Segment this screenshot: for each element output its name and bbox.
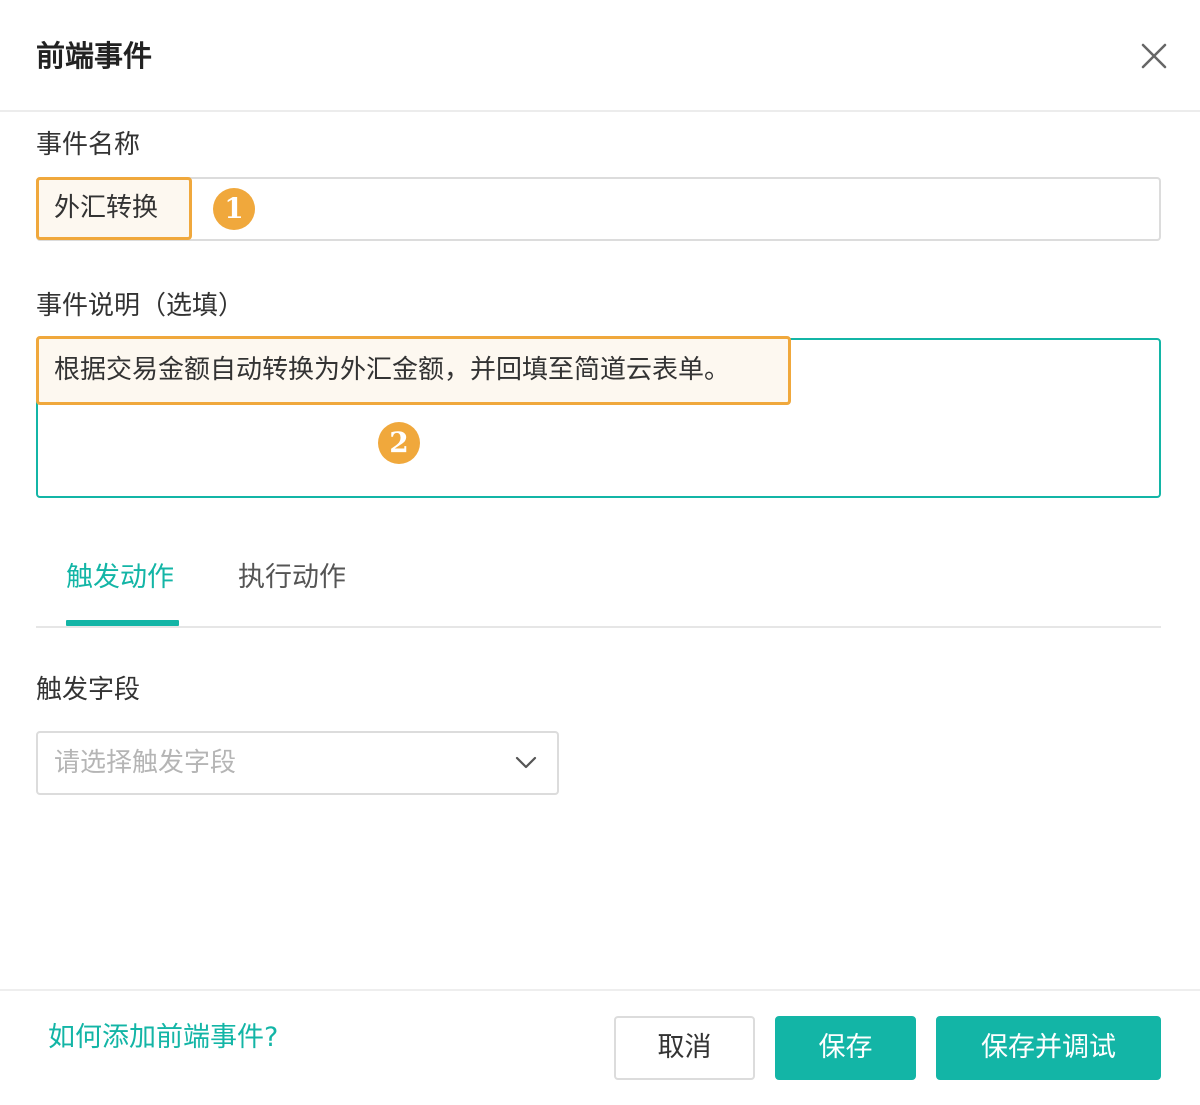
event-name-field[interactable] xyxy=(36,177,1161,241)
cancel-button[interactable]: 取消 xyxy=(614,1016,755,1080)
close-button[interactable] xyxy=(1134,36,1174,76)
event-name-label: 事件名称 xyxy=(36,130,141,160)
annotation-badge-1: 1 xyxy=(213,188,255,230)
event-name-value[interactable]: 外汇转换 xyxy=(36,177,192,240)
chevron-down-icon xyxy=(515,756,537,769)
help-link[interactable]: 如何添加前端事件? xyxy=(48,1018,278,1058)
close-icon xyxy=(1141,43,1167,69)
save-and-debug-button[interactable]: 保存并调试 xyxy=(936,1016,1161,1080)
event-description-value[interactable]: 根据交易金额自动转换为外汇金额，并回填至简道云表单。 xyxy=(36,336,791,405)
event-description-label: 事件说明（选填） xyxy=(36,291,245,321)
dialog-title: 前端事件 xyxy=(36,39,153,73)
save-button[interactable]: 保存 xyxy=(775,1016,916,1080)
tab-trigger-action[interactable]: 触发动作 xyxy=(66,558,174,598)
tabs-divider xyxy=(36,626,1161,628)
trigger-field-select[interactable]: 请选择触发字段 xyxy=(36,731,559,795)
dialog-header: 前端事件 xyxy=(0,0,1200,112)
trigger-field-label: 触发字段 xyxy=(36,675,141,705)
tab-execute-action[interactable]: 执行动作 xyxy=(238,558,346,598)
footer-divider xyxy=(0,989,1200,991)
annotation-badge-2: 2 xyxy=(378,422,420,464)
trigger-field-placeholder: 请选择触发字段 xyxy=(54,748,237,778)
